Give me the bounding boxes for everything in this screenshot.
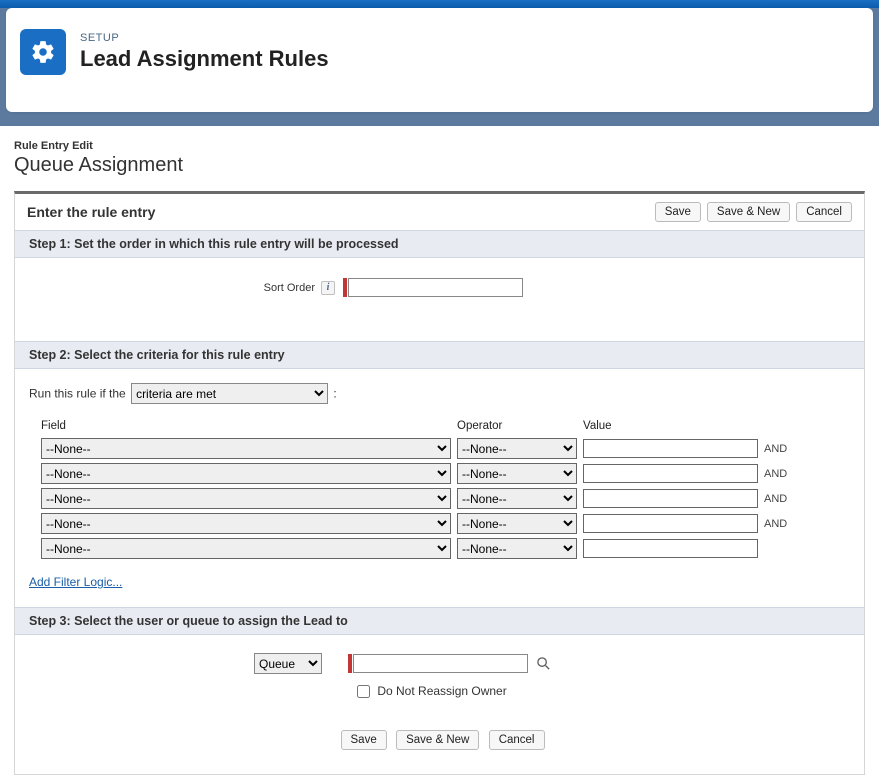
run-rule-condition-select[interactable]: criteria are met	[131, 383, 328, 404]
criteria-row: --None-- --None-- AND	[41, 436, 793, 461]
page-header: SETUP Lead Assignment Rules	[6, 8, 873, 112]
setup-icon-tile	[20, 29, 66, 75]
lookup-icon[interactable]	[534, 655, 552, 673]
criteria-table: Field Operator Value --None-- --None-- A…	[41, 418, 793, 561]
field-select[interactable]: --None--	[41, 463, 451, 484]
save-button[interactable]: Save	[341, 730, 387, 750]
value-input[interactable]	[583, 464, 758, 483]
info-icon[interactable]: i	[321, 281, 335, 295]
sort-order-input[interactable]	[348, 278, 523, 297]
field-select[interactable]: --None--	[41, 538, 451, 559]
and-label	[764, 536, 793, 561]
rule-entry-panel: Enter the rule entry Save Save & New Can…	[14, 191, 865, 775]
step1-header: Step 1: Set the order in which this rule…	[15, 230, 864, 258]
operator-select[interactable]: --None--	[457, 438, 577, 459]
header-background: SETUP Lead Assignment Rules	[0, 8, 879, 126]
run-rule-label: Run this rule if the	[29, 387, 126, 401]
and-label: AND	[764, 511, 793, 536]
section-title: Queue Assignment	[14, 154, 865, 177]
do-not-reassign-checkbox[interactable]	[357, 685, 370, 698]
gear-icon	[30, 39, 56, 65]
value-input[interactable]	[583, 514, 758, 533]
step2-header: Step 2: Select the criteria for this rul…	[15, 341, 864, 369]
col-header-operator: Operator	[457, 418, 583, 436]
criteria-row: --None-- --None--	[41, 536, 793, 561]
value-input[interactable]	[583, 539, 758, 558]
value-input[interactable]	[583, 489, 758, 508]
criteria-row: --None-- --None-- AND	[41, 486, 793, 511]
operator-select[interactable]: --None--	[457, 463, 577, 484]
required-indicator	[348, 654, 352, 673]
operator-select[interactable]: --None--	[457, 538, 577, 559]
and-label: AND	[764, 486, 793, 511]
operator-select[interactable]: --None--	[457, 513, 577, 534]
do-not-reassign-label[interactable]: Do Not Reassign Owner	[357, 684, 507, 698]
setup-label: SETUP	[80, 32, 329, 44]
field-select[interactable]: --None--	[41, 488, 451, 509]
assignee-type-select[interactable]: Queue	[254, 653, 322, 674]
criteria-row: --None-- --None-- AND	[41, 461, 793, 486]
value-input[interactable]	[583, 439, 758, 458]
operator-select[interactable]: --None--	[457, 488, 577, 509]
save-and-new-button[interactable]: Save & New	[707, 202, 790, 222]
cancel-button[interactable]: Cancel	[489, 730, 545, 750]
col-header-value: Value	[583, 418, 764, 436]
breadcrumb: Rule Entry Edit	[14, 140, 865, 152]
and-label: AND	[764, 461, 793, 486]
step3-header: Step 3: Select the user or queue to assi…	[15, 607, 864, 635]
field-select[interactable]: --None--	[41, 438, 451, 459]
required-indicator	[343, 278, 347, 297]
add-filter-logic-link[interactable]: Add Filter Logic...	[29, 575, 122, 589]
save-and-new-button[interactable]: Save & New	[396, 730, 479, 750]
criteria-row: --None-- --None-- AND	[41, 511, 793, 536]
top-nav-bar	[0, 0, 879, 8]
cancel-button[interactable]: Cancel	[796, 202, 852, 222]
panel-header-title: Enter the rule entry	[27, 204, 649, 220]
run-rule-suffix: :	[333, 387, 336, 401]
field-select[interactable]: --None--	[41, 513, 451, 534]
save-button[interactable]: Save	[655, 202, 701, 222]
assignee-input[interactable]	[353, 654, 528, 673]
sort-order-label: Sort Order	[29, 282, 319, 294]
and-label: AND	[764, 436, 793, 461]
page-title: Lead Assignment Rules	[80, 46, 329, 72]
col-header-field: Field	[41, 418, 457, 436]
